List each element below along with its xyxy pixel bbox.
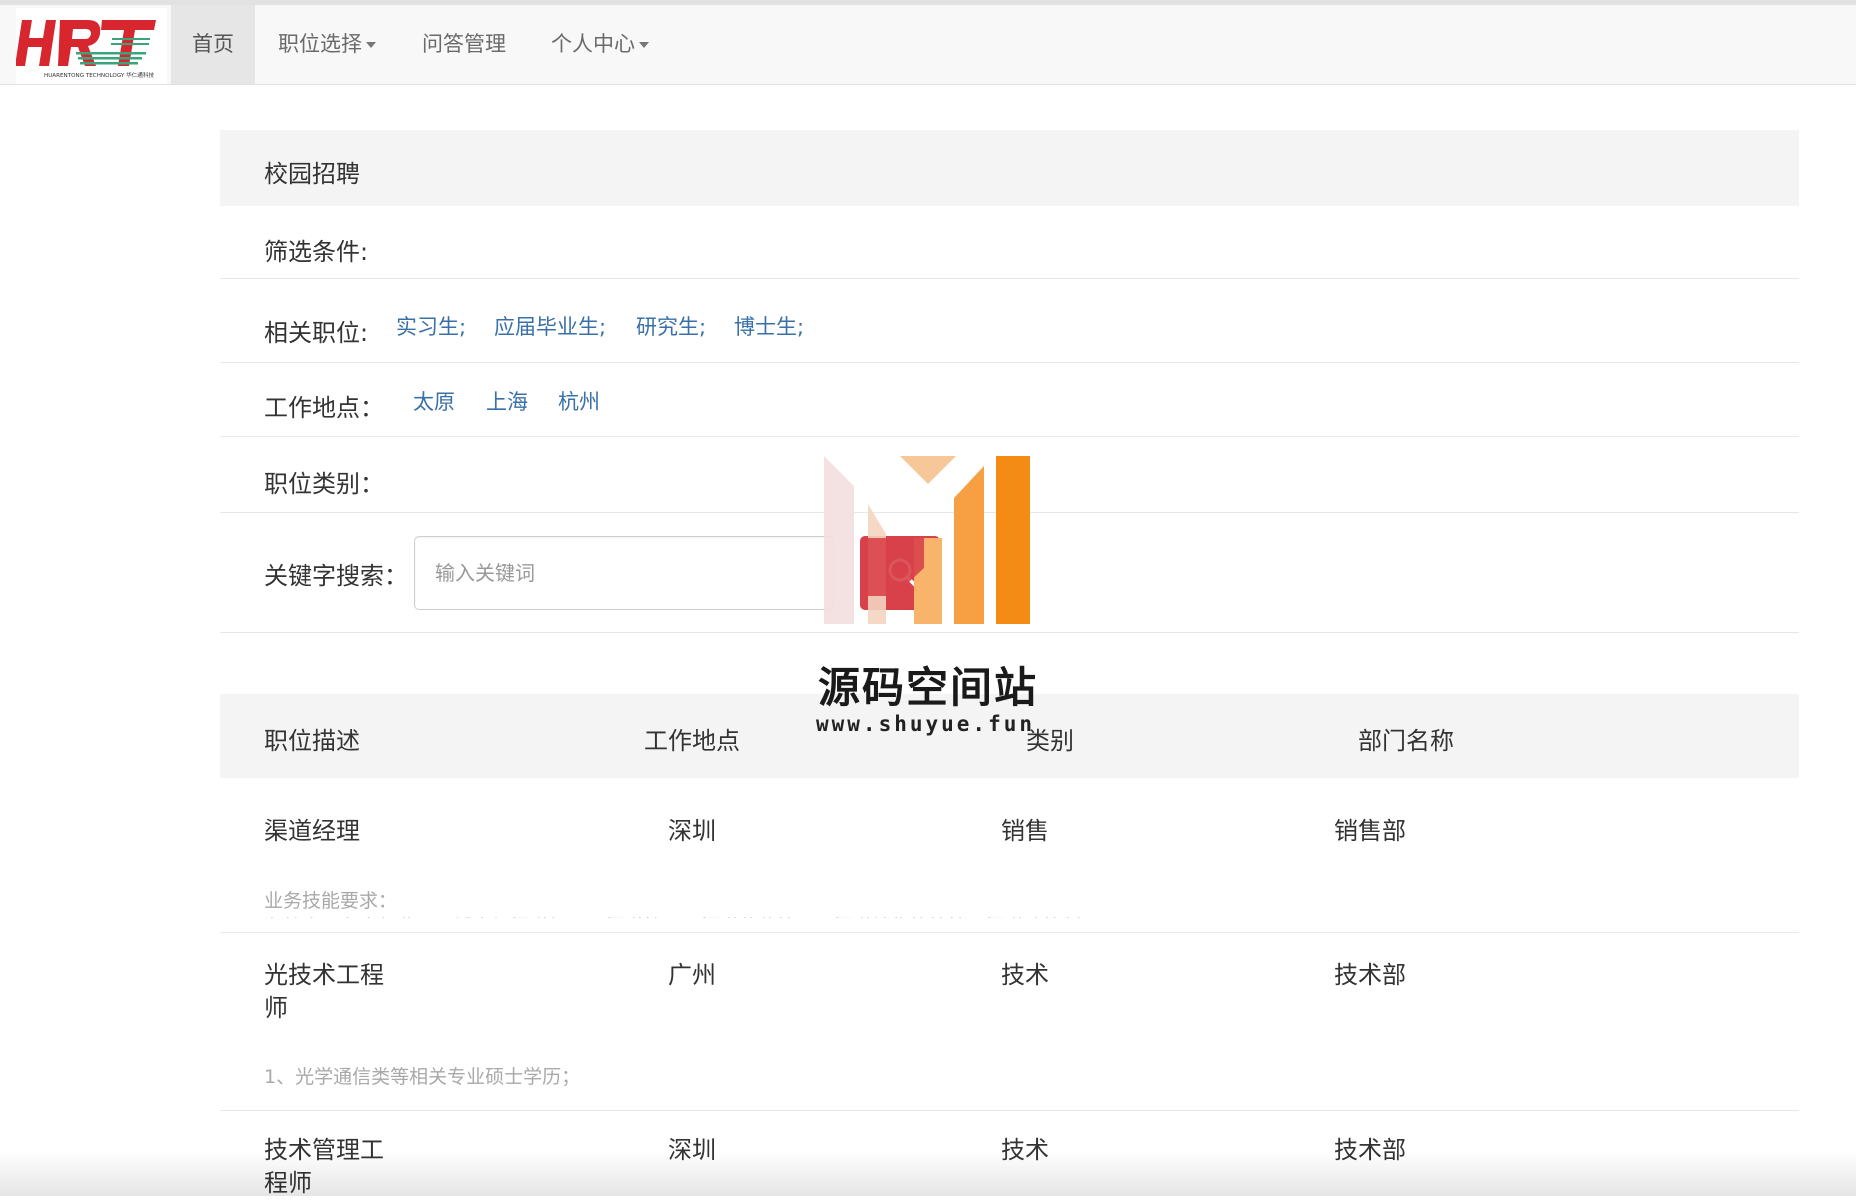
caret-down-icon <box>366 42 376 48</box>
location-option-hangzhou[interactable]: 杭州 <box>558 386 600 416</box>
job-department: 技术部 <box>1334 961 1406 989</box>
divider <box>220 436 1799 437</box>
filter-panel-header: 校园招聘 <box>220 130 1799 206</box>
column-header-description: 职位描述 <box>264 727 360 755</box>
job-location: 广州 <box>668 961 716 989</box>
filter-panel-title: 校园招聘 <box>264 160 360 188</box>
job-department: 销售部 <box>1334 817 1406 845</box>
divider <box>220 362 1799 363</box>
job-description-overflow: 有效全国各大行业，区域市场渠道拓展，渠道管理，渠道伙伴管理，渠道销售等管控，渠道… <box>264 912 1164 918</box>
keyword-search-label: 关键字搜索： <box>264 562 408 590</box>
column-header-location: 工作地点 <box>644 727 740 755</box>
watermark-title: 源码空间站 <box>818 663 1039 712</box>
nav-personal-center-label: 个人中心 <box>551 32 635 56</box>
related-option-graduate[interactable]: 应届毕业生; <box>494 311 606 341</box>
nav-position-select-dropdown[interactable]: 职位选择 <box>278 5 376 84</box>
nav-home[interactable]: 首页 <box>171 5 255 84</box>
nav-home-label: 首页 <box>192 32 234 56</box>
svg-text:HUARENTONG TECHNOLOGY 华仁通科技: HUARENTONG TECHNOLOGY 华仁通科技 <box>44 71 154 79</box>
position-category-label: 职位类别： <box>264 470 384 498</box>
job-description-overflow: 2、具有3年以上相关工作经验及光学设计工作相关经验 <box>264 1089 784 1094</box>
navbar: HUARENTONG TECHNOLOGY 华仁通科技 首页 职位选择 问答管理… <box>0 5 1856 85</box>
location-option-taiyuan[interactable]: 太原 <box>413 386 455 416</box>
related-option-intern[interactable]: 实习生; <box>396 311 466 341</box>
job-description: 业务技能要求： <box>264 890 398 910</box>
work-location-label: 工作地点： <box>264 394 384 422</box>
caret-down-icon <box>639 42 649 48</box>
job-title[interactable]: 渠道经理 <box>264 815 360 848</box>
divider <box>220 632 1799 633</box>
job-location: 深圳 <box>668 817 716 845</box>
bottom-shadow <box>0 1150 1856 1196</box>
job-title-line-2[interactable]: 师 <box>264 992 288 1025</box>
filter-conditions-label: 筛选条件: <box>264 238 369 266</box>
divider <box>220 932 1799 933</box>
nav-qa-manage-label: 问答管理 <box>422 32 506 56</box>
divider <box>220 1110 1799 1111</box>
nav-qa-manage[interactable]: 问答管理 <box>422 5 506 84</box>
related-option-master[interactable]: 研究生; <box>636 311 706 341</box>
location-option-shanghai[interactable]: 上海 <box>486 386 528 416</box>
keyword-search-input[interactable] <box>414 536 834 610</box>
watermark-logo-icon <box>824 456 1030 624</box>
divider <box>220 278 1799 279</box>
job-category: 技术 <box>1001 961 1049 989</box>
nav-personal-center-dropdown[interactable]: 个人中心 <box>551 5 649 84</box>
column-header-department: 部门名称 <box>1358 727 1454 755</box>
job-title[interactable]: 光技术工程 <box>264 959 384 992</box>
brand-logo[interactable]: HUARENTONG TECHNOLOGY 华仁通科技 <box>16 8 167 84</box>
related-position-label: 相关职位: <box>264 319 369 347</box>
job-category: 销售 <box>1001 817 1049 845</box>
watermark-url: www.shuyue.fun <box>816 712 1036 736</box>
nav-position-select-label: 职位选择 <box>278 32 362 56</box>
related-option-phd[interactable]: 博士生; <box>734 311 804 341</box>
hrt-logo-icon: HUARENTONG TECHNOLOGY 华仁通科技 <box>16 20 156 79</box>
job-description: 1、光学通信类等相关专业硕士学历； <box>264 1066 581 1086</box>
